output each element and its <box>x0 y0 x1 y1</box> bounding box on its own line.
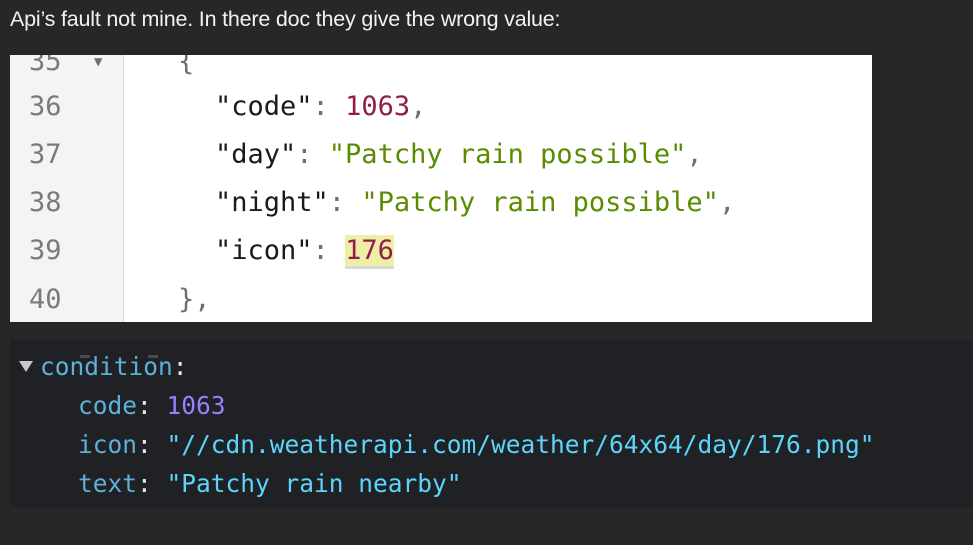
json-key: "code" <box>215 91 313 122</box>
code-line-39: 39 "icon": 176 <box>10 227 872 275</box>
property-key: icon <box>78 430 138 459</box>
condition-row[interactable]: condition: <box>18 347 188 386</box>
chat-message-page: Api’s fault not mine. In there doc they … <box>0 0 973 545</box>
json-number-value: 1063 <box>345 91 411 122</box>
message-text: Api’s fault not mine. In there doc they … <box>10 7 561 31</box>
highlighted-icon-value: 176 <box>345 235 394 269</box>
json-string-value: "Patchy rain possible" <box>361 187 719 218</box>
property-key: code <box>78 391 138 420</box>
json-comma: , <box>410 91 427 122</box>
line-number: 36 <box>29 91 62 122</box>
property-string-value: "//cdn.weatherapi.com/weather/64x64/day/… <box>166 430 875 459</box>
code-line-38: 38 "night": "Patchy rain possible", <box>10 179 872 227</box>
json-string-value: "Patchy rain possible" <box>328 139 687 170</box>
clipped-previous-line <box>68 340 188 358</box>
line-number: 37 <box>29 139 62 170</box>
property-key: text <box>78 469 138 498</box>
object-colon: : <box>172 352 188 381</box>
property-colon: : <box>137 469 152 498</box>
triangle-down-icon[interactable] <box>18 347 40 400</box>
code-content: "code": 1063, <box>215 83 426 131</box>
open-brace: { <box>178 55 195 77</box>
object-key: condition <box>40 352 173 381</box>
json-key: "icon" <box>215 235 313 266</box>
json-colon: : <box>328 187 362 218</box>
line-number: 39 <box>29 235 62 266</box>
property-row-text: text: "Patchy rain nearby" <box>78 464 462 503</box>
code-line-40: 40 }, <box>10 276 872 322</box>
close-brace: }, <box>178 284 211 315</box>
json-comma: , <box>686 139 703 170</box>
line-number: 35 <box>29 55 62 77</box>
property-number-value: 1063 <box>166 391 226 420</box>
code-content: "day": "Patchy rain possible", <box>215 131 703 179</box>
json-key: "night" <box>215 187 329 218</box>
line-number: 40 <box>29 284 62 315</box>
json-comma: , <box>718 187 736 218</box>
code-line-36: 36 "code": 1063, <box>10 83 872 131</box>
code-content: "icon": 176 <box>215 227 394 275</box>
json-colon: : <box>312 235 346 266</box>
property-row-icon: icon: "//cdn.weatherapi.com/weather/64x6… <box>78 425 875 464</box>
property-row-code: code: 1063 <box>78 386 226 425</box>
property-colon: : <box>137 430 152 459</box>
fold-arrow-icon: ▼ <box>94 55 103 70</box>
property-colon: : <box>137 391 152 420</box>
line-number: 38 <box>29 187 62 218</box>
code-line-37: 37 "day": "Patchy rain possible", <box>10 131 872 179</box>
json-colon: : <box>312 91 346 122</box>
api-response-viewer: condition: code: 1063 icon: "//cdn.weath… <box>10 340 973 507</box>
json-colon: : <box>296 139 329 170</box>
json-key: "day" <box>215 139 297 170</box>
doc-code-screenshot: 35 ▼ { 36 "code": 1063, 37 "day": "Patch… <box>10 55 872 322</box>
code-line-35: 35 ▼ { <box>10 55 872 86</box>
property-string-value: "Patchy rain nearby" <box>166 469 462 498</box>
code-content: "night": "Patchy rain possible", <box>215 179 735 227</box>
